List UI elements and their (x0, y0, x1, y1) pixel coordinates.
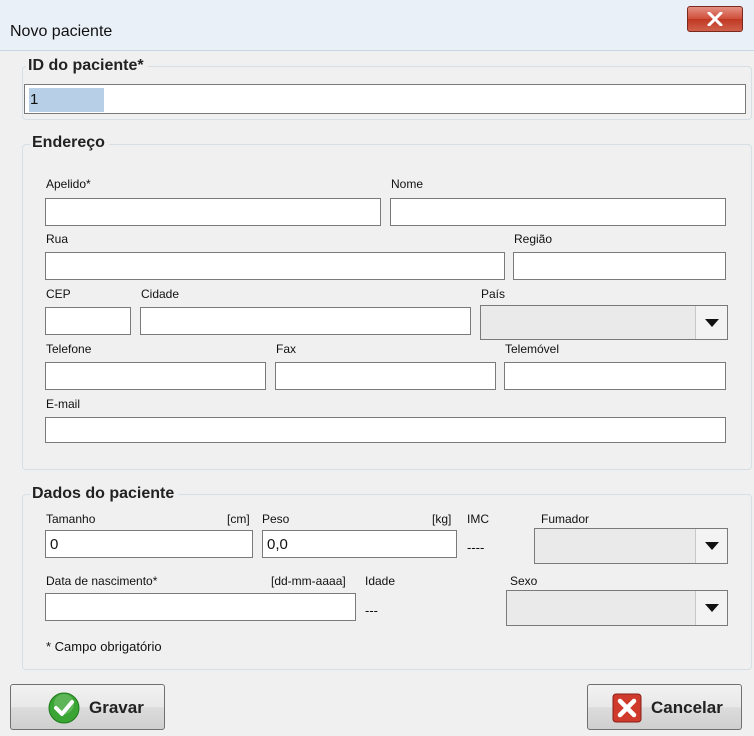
regiao-label: Região (514, 232, 553, 246)
tamanho-unit: [cm] (227, 512, 250, 526)
email-label: E-mail (46, 397, 81, 411)
pais-label: País (481, 287, 506, 301)
peso-unit: [kg] (432, 512, 452, 526)
peso-input[interactable]: 0,0 (262, 530, 457, 558)
cidade-label: Cidade (141, 287, 180, 301)
patient-id-input[interactable]: 1 (24, 84, 746, 114)
rua-label: Rua (46, 232, 69, 246)
cancel-button-label: Cancelar (651, 698, 723, 717)
chevron-down-icon (705, 604, 719, 612)
sexo-dropdown[interactable] (506, 590, 728, 626)
telefone-input[interactable] (45, 362, 266, 390)
nascimento-unit: [dd-mm-aaaa] (271, 574, 346, 588)
cep-input[interactable] (45, 307, 131, 335)
email-input[interactable] (45, 417, 726, 443)
tamanho-input[interactable]: 0 (45, 530, 253, 558)
save-button-label: Gravar (89, 698, 144, 717)
pais-dropdown-arrow[interactable] (695, 306, 727, 339)
tamanho-label: Tamanho (46, 512, 96, 526)
rua-input[interactable] (45, 252, 505, 280)
cep-label: CEP (46, 287, 71, 301)
fumador-dropdown[interactable] (534, 528, 728, 564)
nome-input[interactable] (390, 198, 726, 226)
telefone-label: Telefone (46, 342, 92, 356)
checkmark-icon (48, 692, 80, 724)
fumador-dropdown-arrow[interactable] (695, 529, 727, 563)
cancel-x-icon (612, 693, 642, 723)
cidade-input[interactable] (140, 307, 471, 335)
window-title: Novo paciente (10, 23, 113, 40)
required-note: * Campo obrigatório (46, 639, 162, 654)
close-button[interactable] (687, 6, 743, 32)
nome-label: Nome (391, 177, 424, 191)
address-legend: Endereço (30, 134, 109, 152)
pais-dropdown[interactable] (480, 305, 728, 340)
title-bar: Novo paciente (0, 0, 754, 51)
idade-label: Idade (365, 574, 396, 588)
sexo-dropdown-arrow[interactable] (695, 591, 727, 625)
cancel-button[interactable]: Cancelar (587, 684, 742, 730)
patient-data-legend: Dados do paciente (30, 485, 179, 503)
fax-input[interactable] (275, 362, 496, 390)
apelido-label: Apelido* (46, 177, 91, 191)
idade-value: --- (365, 603, 378, 618)
nascimento-label: Data de nascimento* (46, 574, 158, 588)
nascimento-input[interactable] (45, 593, 356, 621)
sexo-label: Sexo (510, 574, 538, 588)
fumador-label: Fumador (541, 512, 590, 526)
apelido-input[interactable] (45, 198, 381, 226)
close-icon (707, 12, 723, 26)
peso-label: Peso (262, 512, 290, 526)
imc-value: ---- (467, 540, 485, 555)
patient-id-legend: ID do paciente* (26, 57, 148, 75)
chevron-down-icon (705, 542, 719, 550)
telemovel-input[interactable] (504, 362, 726, 390)
fax-label: Fax (276, 342, 297, 356)
telemovel-label: Telemóvel (505, 342, 560, 356)
new-patient-dialog: Novo paciente ID do paciente* 1 Endereço… (0, 0, 754, 736)
save-button[interactable]: Gravar (10, 684, 165, 730)
regiao-input[interactable] (513, 252, 726, 280)
patient-id-value: 1 (30, 91, 39, 108)
chevron-down-icon (705, 318, 719, 327)
selection-highlight (29, 88, 104, 112)
imc-label: IMC (467, 512, 489, 526)
